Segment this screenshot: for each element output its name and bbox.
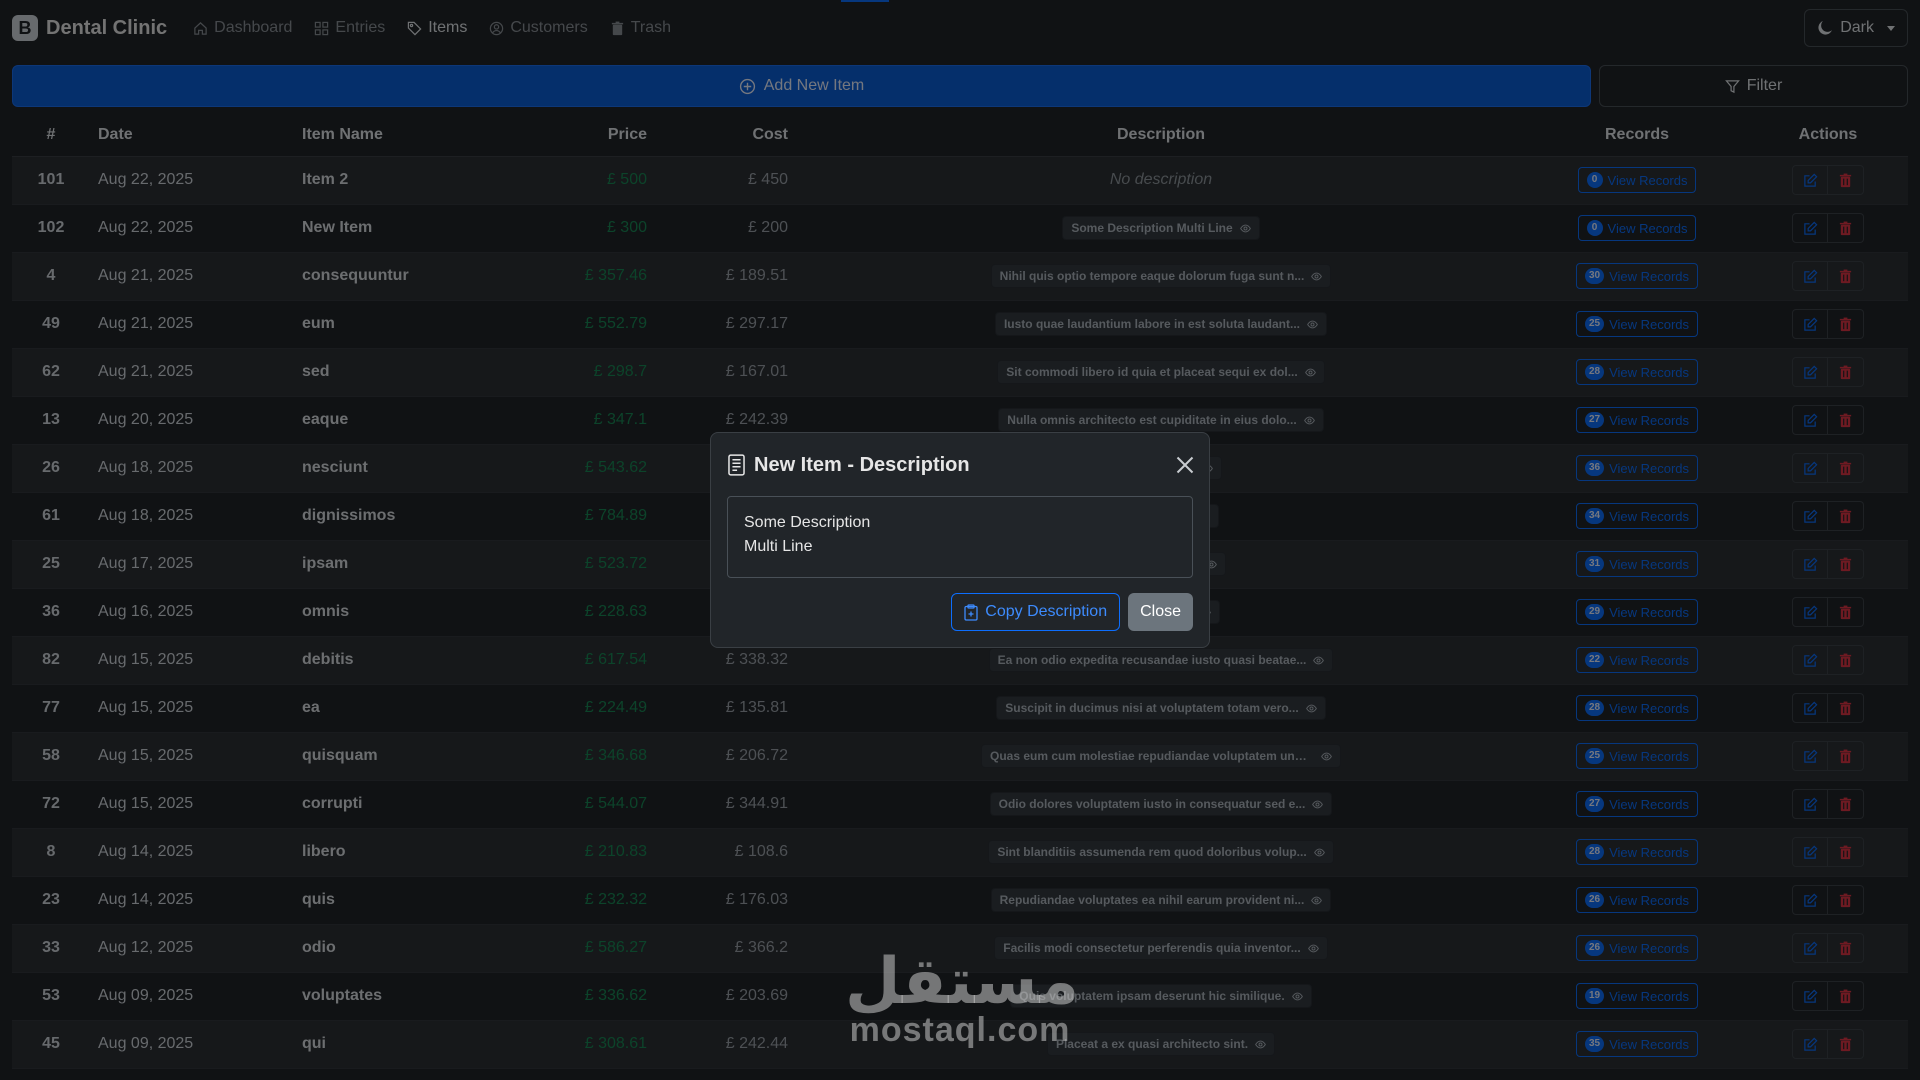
document-icon — [728, 454, 745, 476]
modal-title: New Item - Description — [754, 453, 970, 476]
modal-description-line-1: Some Description — [744, 514, 871, 531]
clipboard-icon — [964, 603, 978, 621]
close-button[interactable]: Close — [1128, 593, 1193, 631]
watermark-latin: mostaql.com — [849, 1011, 1071, 1049]
copy-description-label: Copy Description — [985, 603, 1108, 620]
description-modal: New Item - Description Some Description … — [710, 432, 1210, 648]
modal-description-line-2: Multi Line — [744, 538, 813, 555]
modal-header: New Item - Description — [711, 433, 1209, 497]
modal-description-box: Some Description Multi Line — [727, 496, 1193, 578]
watermark: مستقل mostaql.com — [845, 945, 1080, 1049]
modal-footer: Copy Description Close — [711, 593, 1209, 631]
watermark-arabic: مستقل — [845, 945, 1080, 1019]
copy-description-button[interactable]: Copy Description — [951, 593, 1121, 631]
close-icon[interactable] — [1175, 455, 1195, 475]
